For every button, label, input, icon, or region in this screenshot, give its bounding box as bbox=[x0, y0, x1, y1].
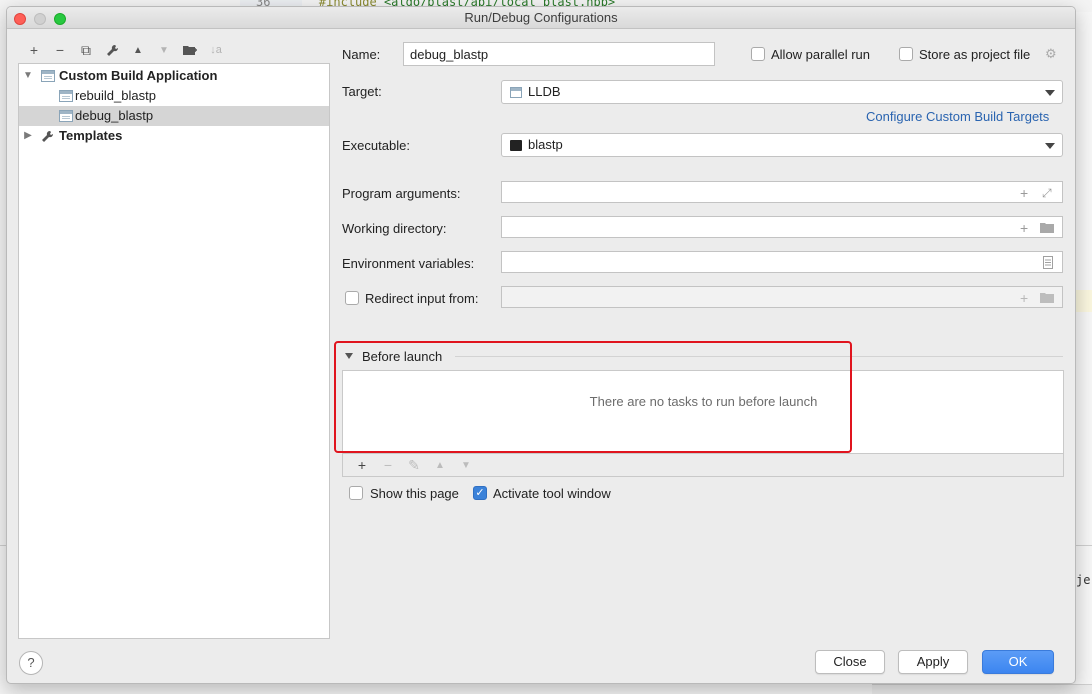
close-window-button[interactable] bbox=[14, 13, 26, 25]
redirect-input-field[interactable]: + bbox=[501, 286, 1063, 308]
move-task-up-button[interactable]: ▲ bbox=[427, 460, 453, 471]
arrow-up-icon: ▲ bbox=[133, 44, 143, 56]
expand-icon[interactable]: ⤢ bbox=[1042, 183, 1052, 203]
tree-group-custom-build[interactable]: ▼ Custom Build Application bbox=[19, 66, 329, 86]
env-vars-label: Environment variables: bbox=[342, 256, 475, 271]
chevron-right-icon[interactable]: ▶ bbox=[23, 126, 33, 146]
document-icon[interactable] bbox=[1043, 256, 1053, 269]
close-button[interactable]: Close bbox=[815, 650, 885, 674]
move-task-down-button[interactable]: ▼ bbox=[453, 460, 479, 471]
window-title: Run/Debug Configurations bbox=[464, 10, 618, 25]
remove-task-button[interactable]: − bbox=[375, 457, 401, 473]
tree-group-label: Templates bbox=[59, 128, 123, 143]
copy-config-button[interactable]: ⧉ bbox=[73, 41, 99, 59]
activate-tool-checkbox[interactable]: ✓ bbox=[473, 486, 487, 500]
working-dir-input[interactable]: + bbox=[501, 216, 1063, 238]
sort-icon: ↓a bbox=[210, 44, 222, 56]
minimize-window-button[interactable] bbox=[34, 13, 46, 25]
chevron-down-icon[interactable]: ▼ bbox=[23, 66, 33, 86]
config-tree: ▼ Custom Build Application rebuild_blast… bbox=[18, 63, 330, 639]
show-page-checkbox[interactable] bbox=[349, 486, 363, 500]
allow-parallel-checkbox[interactable] bbox=[751, 47, 765, 61]
config-toolbar: + − ⧉ ▲ ▼ ↓a bbox=[21, 41, 229, 59]
wrench-icon bbox=[106, 44, 118, 56]
before-launch-toolbar: + − ✎ ▲ ▼ bbox=[342, 453, 1064, 477]
plus-icon[interactable]: + bbox=[1020, 183, 1028, 203]
application-icon bbox=[59, 90, 73, 102]
name-input[interactable] bbox=[403, 42, 715, 66]
folder-icon[interactable] bbox=[1040, 222, 1055, 233]
editor-bottom-panel bbox=[872, 684, 1092, 694]
move-up-button[interactable]: ▲ bbox=[125, 41, 151, 59]
executable-label: Executable: bbox=[342, 138, 410, 153]
tree-group-templates[interactable]: ▶ Templates bbox=[19, 126, 329, 146]
apply-button[interactable]: Apply bbox=[898, 650, 968, 674]
target-label: Target: bbox=[342, 84, 382, 99]
tree-item-rebuild-blastp[interactable]: rebuild_blastp bbox=[19, 86, 329, 106]
store-project-label: Store as project file bbox=[919, 47, 1031, 62]
program-args-label: Program arguments: bbox=[342, 186, 461, 201]
executable-value: blastp bbox=[528, 137, 563, 152]
editor-divider bbox=[1076, 545, 1092, 546]
activate-tool-label: Activate tool window bbox=[493, 486, 611, 501]
add-config-button[interactable]: + bbox=[21, 41, 47, 59]
editor-right-text: je bbox=[1076, 573, 1091, 587]
ok-button[interactable]: OK bbox=[982, 650, 1054, 674]
program-args-input[interactable]: + ⤢ bbox=[501, 181, 1063, 203]
edit-task-button[interactable]: ✎ bbox=[401, 457, 427, 474]
working-dir-label: Working directory: bbox=[342, 221, 447, 236]
plus-icon[interactable]: + bbox=[1020, 288, 1028, 308]
target-value: LLDB bbox=[528, 84, 561, 99]
chevron-down-icon bbox=[1045, 90, 1055, 96]
editor-right-strip bbox=[1076, 12, 1092, 694]
plus-icon[interactable]: + bbox=[1020, 218, 1028, 238]
show-page-label: Show this page bbox=[370, 486, 459, 501]
application-icon bbox=[59, 110, 73, 122]
configure-targets-link[interactable]: Configure Custom Build Targets bbox=[866, 109, 1049, 124]
title-bar: Run/Debug Configurations bbox=[7, 7, 1075, 29]
help-button[interactable]: ? bbox=[19, 651, 43, 675]
tree-item-label: debug_blastp bbox=[75, 108, 154, 123]
add-task-button[interactable]: + bbox=[349, 457, 375, 473]
application-icon bbox=[41, 70, 55, 82]
minus-icon: − bbox=[55, 42, 65, 58]
annotation-highlight-box bbox=[334, 341, 852, 453]
run-debug-dialog: Run/Debug Configurations + − ⧉ ▲ ▼ ↓a ▼ … bbox=[6, 6, 1076, 684]
plus-icon: + bbox=[29, 42, 39, 58]
maximize-window-button[interactable] bbox=[54, 13, 66, 25]
allow-parallel-label: Allow parallel run bbox=[771, 47, 870, 62]
move-down-button[interactable]: ▼ bbox=[151, 41, 177, 59]
redirect-input-label: Redirect input from: bbox=[365, 291, 479, 306]
sort-button[interactable]: ↓a bbox=[203, 41, 229, 59]
editor-highlight-line bbox=[1076, 290, 1092, 312]
remove-config-button[interactable]: − bbox=[47, 41, 73, 59]
redirect-input-checkbox[interactable] bbox=[345, 291, 359, 305]
folder-button[interactable] bbox=[177, 41, 203, 59]
edit-defaults-button[interactable] bbox=[99, 41, 125, 59]
folder-plus-icon bbox=[183, 46, 197, 55]
tree-item-debug-blastp[interactable]: debug_blastp bbox=[19, 106, 329, 126]
target-icon bbox=[510, 87, 522, 98]
target-select[interactable]: LLDB bbox=[501, 80, 1063, 104]
folder-icon[interactable] bbox=[1040, 292, 1055, 303]
tree-item-label: rebuild_blastp bbox=[75, 88, 156, 103]
chevron-down-icon bbox=[1045, 143, 1055, 149]
executable-select[interactable]: blastp bbox=[501, 133, 1063, 157]
tree-group-label: Custom Build Application bbox=[59, 68, 218, 83]
copy-icon: ⧉ bbox=[81, 41, 91, 58]
env-vars-input[interactable] bbox=[501, 251, 1063, 273]
arrow-down-icon: ▼ bbox=[159, 44, 169, 56]
store-project-checkbox[interactable] bbox=[899, 47, 913, 61]
wrench-icon bbox=[42, 130, 54, 142]
name-label: Name: bbox=[342, 47, 381, 62]
terminal-icon bbox=[510, 140, 522, 151]
gear-icon[interactable]: ⚙ bbox=[1045, 46, 1057, 62]
